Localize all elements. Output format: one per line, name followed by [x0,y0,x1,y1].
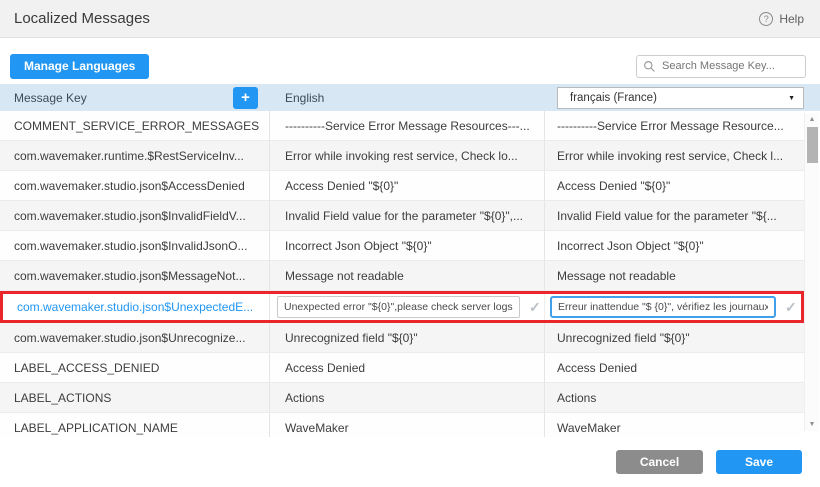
scrollbar-thumb[interactable] [807,127,818,163]
row-french: Error while invoking rest service, Check… [545,141,804,170]
add-message-key-button[interactable]: + [233,87,258,109]
row-key: COMMENT_SERVICE_ERROR_MESSAGES [0,111,270,140]
row-french: Access Denied [545,353,804,382]
row-english: Access Denied "${0}" [270,171,545,200]
messages-table: Message Key + English français (France) … [0,84,820,437]
help-label: Help [779,12,804,26]
language-select[interactable]: français (France) ▼ [557,87,804,109]
row-key: com.wavemaker.studio.json$InvalidJsonO..… [0,231,270,260]
editing-row-french-cell: ✓ [545,294,801,320]
confirm-check-icon[interactable]: ✓ [785,299,797,316]
save-button[interactable]: Save [716,450,802,474]
table-row[interactable]: LABEL_APPLICATION_NAME WaveMaker WaveMak… [0,413,804,437]
row-key: LABEL_APPLICATION_NAME [0,413,270,437]
scroll-down-icon[interactable]: ▼ [805,421,819,428]
scroll-up-icon[interactable]: ▲ [805,116,819,123]
table-body: COMMENT_SERVICE_ERROR_MESSAGES ---------… [0,111,804,437]
table-row[interactable]: com.wavemaker.studio.json$MessageNot... … [0,261,804,291]
row-english: Access Denied [270,353,545,382]
french-edit-input[interactable] [550,296,776,318]
language-select-value: français (France) [570,92,657,104]
row-english: ----------Service Error Message Resource… [270,111,545,140]
table-row[interactable]: com.wavemaker.studio.json$AccessDenied A… [0,171,804,201]
row-english: Unrecognized field "${0}" [270,323,545,352]
row-french: Access Denied "${0}" [545,171,804,200]
row-french: Actions [545,383,804,412]
page-title: Localized Messages [14,10,150,27]
english-edit-input[interactable] [277,296,520,318]
message-key-header-cell: Message Key + [0,84,270,111]
row-french: Invalid Field value for the parameter "$… [545,201,804,230]
table-row[interactable]: com.wavemaker.studio.json$Unrecognize...… [0,323,804,353]
table-row[interactable]: LABEL_ACCESS_DENIED Access Denied Access… [0,353,804,383]
table-row[interactable]: com.wavemaker.runtime.$RestServiceInv...… [0,141,804,171]
message-key-header-label: Message Key [14,91,87,105]
editing-row-english-cell: ✓ [270,294,545,320]
search-box [636,55,806,78]
table-row[interactable]: COMMENT_SERVICE_ERROR_MESSAGES ---------… [0,111,804,141]
row-key: com.wavemaker.studio.json$Unrecognize... [0,323,270,352]
toolbar: Manage Languages [0,38,820,84]
row-key: com.wavemaker.studio.json$AccessDenied [0,171,270,200]
search-icon [643,60,656,73]
table-row[interactable]: com.wavemaker.studio.json$InvalidFieldV.… [0,201,804,231]
table-row[interactable]: LABEL_ACTIONS Actions Actions [0,383,804,413]
editing-row-key: com.wavemaker.studio.json$UnexpectedE... [3,294,270,320]
confirm-check-icon[interactable]: ✓ [529,299,541,316]
row-english: Incorrect Json Object "${0}" [270,231,545,260]
editing-row[interactable]: com.wavemaker.studio.json$UnexpectedE...… [0,291,804,323]
row-key: LABEL_ACCESS_DENIED [0,353,270,382]
row-english: Error while invoking rest service, Check… [270,141,545,170]
help-icon: ? [759,12,773,26]
footer-actions: Cancel Save [0,437,820,487]
cancel-button[interactable]: Cancel [616,450,703,474]
row-french: Incorrect Json Object "${0}" [545,231,804,260]
row-key: LABEL_ACTIONS [0,383,270,412]
manage-languages-button[interactable]: Manage Languages [10,54,149,79]
row-key: com.wavemaker.studio.json$InvalidFieldV.… [0,201,270,230]
row-english: WaveMaker [270,413,545,437]
chevron-down-icon: ▼ [788,95,795,102]
search-input[interactable] [636,55,806,78]
title-bar: Localized Messages ? Help [0,0,820,38]
row-english: Invalid Field value for the parameter "$… [270,201,545,230]
row-english: Actions [270,383,545,412]
english-header-cell: English [270,91,545,105]
row-french: WaveMaker [545,413,804,437]
row-key: com.wavemaker.runtime.$RestServiceInv... [0,141,270,170]
table-header: Message Key + English français (France) … [0,84,820,111]
table-scrollbar[interactable]: ▲ ▼ [804,113,819,431]
row-french: Message not readable [545,261,804,290]
help-button[interactable]: ? Help [759,12,804,26]
table-row[interactable]: com.wavemaker.studio.json$InvalidJsonO..… [0,231,804,261]
row-french: ----------Service Error Message Resource… [545,111,804,140]
localized-messages-dialog: Localized Messages ? Help Manage Languag… [0,0,820,487]
row-english: Message not readable [270,261,545,290]
row-french: Unrecognized field "${0}" [545,323,804,352]
language-header-cell: français (France) ▼ [545,84,804,111]
row-key: com.wavemaker.studio.json$MessageNot... [0,261,270,290]
